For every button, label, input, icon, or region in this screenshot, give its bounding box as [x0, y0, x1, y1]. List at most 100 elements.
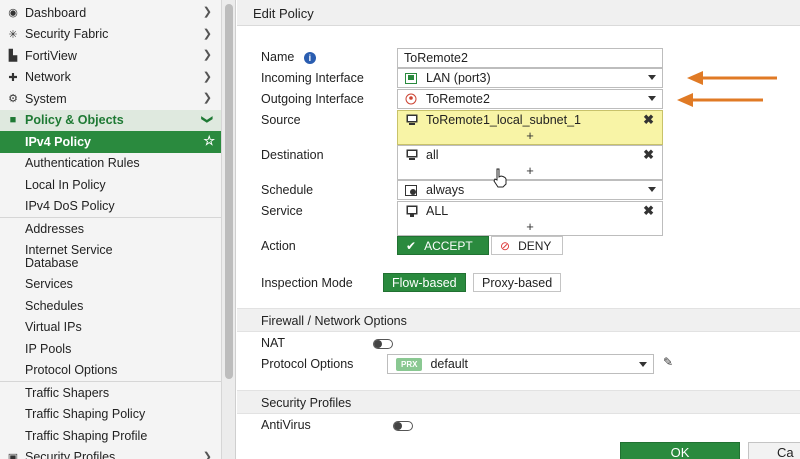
edit-pencil-icon[interactable]: ✎ [663, 355, 673, 369]
accept-button-label: ACCEPT [424, 238, 473, 253]
flow-based-option[interactable]: Flow-based [383, 273, 466, 292]
security-profiles-header: Security Profiles [237, 390, 800, 414]
toggle-knob [394, 422, 402, 430]
annotation-arrow [677, 93, 763, 107]
sidebar-item-label: IP Pools [25, 341, 72, 356]
source-field[interactable]: ToRemote1_local_subnet_1 ✖ + [397, 110, 663, 145]
sidebar-section-label: Policy & Objects [25, 113, 124, 128]
sidebar-item-label: Authentication Rules [25, 156, 140, 171]
outgoing-interface-label: Outgoing Interface [261, 92, 364, 106]
proxy-based-label: Proxy-based [482, 275, 553, 290]
nat-label: NAT [261, 336, 286, 350]
outgoing-interface-select[interactable]: ToRemote2 [397, 89, 663, 109]
sidebar: ◉ Dashboard ❯ ✳ Security Fabric ❯ ▙ Fort… [0, 0, 222, 459]
info-icon[interactable]: i [303, 52, 316, 64]
sidebar-item-label: Protocol Options [25, 363, 118, 378]
sidebar-item-traffic-shaping-profile[interactable]: Traffic Shaping Profile [0, 425, 221, 447]
sidebar-item-label: FortiView [25, 48, 77, 63]
sidebar-item-system[interactable]: ⚙ System ❯ [0, 88, 221, 110]
main-panel: Edit Policy Name i ToRemote2 Incoming In… [237, 0, 800, 459]
protocol-options-select[interactable]: PRX default [387, 354, 654, 374]
sidebar-item-label: Traffic Shaping Profile [25, 428, 148, 443]
antivirus-label: AntiVirus [261, 418, 311, 432]
security-fabric-icon: ✳ [8, 28, 18, 41]
antivirus-toggle[interactable] [393, 421, 413, 431]
remove-icon[interactable]: ✖ [643, 203, 654, 219]
inspection-mode-label: Inspection Mode [261, 276, 353, 290]
sidebar-item-dashboard[interactable]: ◉ Dashboard ❯ [0, 2, 221, 24]
sidebar-item-label: Dashboard [25, 5, 87, 20]
hand-cursor-icon [493, 168, 507, 188]
sidebar-scrollbar[interactable] [222, 0, 236, 459]
dropdown-caret-icon [648, 187, 656, 192]
dashboard-icon: ◉ [8, 7, 18, 20]
sidebar-item-internet-service-database[interactable]: Internet Service Database [0, 240, 221, 274]
nat-toggle[interactable] [373, 339, 393, 349]
sidebar-item-fortiview[interactable]: ▙ FortiView ❯ [0, 45, 221, 67]
sidebar-item-ipv4-dos-policy[interactable]: IPv4 DoS Policy [0, 196, 221, 218]
annotation-arrow [687, 71, 777, 85]
sidebar-item-network[interactable]: ✚ Network ❯ [0, 67, 221, 89]
service-field[interactable]: ALL ✖ + [397, 201, 663, 236]
add-service-icon[interactable]: + [398, 219, 662, 235]
sidebar-item-traffic-shaping-policy[interactable]: Traffic Shaping Policy [0, 404, 221, 426]
cancel-button[interactable]: Ca [748, 442, 800, 459]
remove-icon[interactable]: ✖ [643, 147, 654, 163]
deny-icon: ⊘ [500, 238, 511, 253]
incoming-interface-value: LAN (port3) [426, 71, 491, 85]
vpn-tunnel-icon [404, 93, 418, 105]
incoming-interface-select[interactable]: LAN (port3) [397, 68, 663, 88]
chevron-right-icon: ❯ [202, 92, 212, 104]
sidebar-item-addresses[interactable]: Addresses [0, 218, 221, 240]
policy-icon: ■ [9, 114, 17, 127]
destination-field[interactable]: all ✖ + [397, 145, 663, 180]
sidebar-item-security-profiles[interactable]: ▣ Security Profiles ❯ [0, 447, 221, 459]
firewall-network-options-header: Firewall / Network Options [237, 308, 800, 332]
action-label: Action [261, 239, 296, 253]
deny-button-label: DENY [518, 238, 552, 253]
schedule-label: Schedule [261, 183, 314, 197]
name-input[interactable]: ToRemote2 [397, 48, 663, 68]
add-source-icon[interactable]: + [398, 128, 662, 144]
add-destination-icon[interactable]: + [398, 163, 662, 179]
incoming-interface-label: Incoming Interface [261, 71, 364, 85]
dropdown-caret-icon [639, 362, 647, 367]
proxy-based-option[interactable]: Proxy-based [473, 273, 562, 292]
panel-header: Edit Policy [237, 0, 800, 26]
sidebar-item-ip-pools[interactable]: IP Pools [0, 338, 221, 360]
scrollbar-thumb[interactable] [225, 4, 233, 379]
accept-button[interactable]: ✔ ACCEPT [397, 236, 489, 255]
chevron-down-icon: ❯ [200, 114, 213, 124]
gear-icon: ⚙ [8, 93, 18, 106]
sidebar-item-local-in-policy[interactable]: Local In Policy [0, 174, 221, 196]
section-title: Firewall / Network Options [261, 314, 407, 328]
sidebar-item-traffic-shapers[interactable]: Traffic Shapers [0, 382, 221, 404]
address-object-icon [406, 114, 418, 125]
destination-entry: all ✖ [398, 146, 662, 163]
chevron-right-icon: ❯ [202, 49, 212, 61]
ok-button[interactable]: OK [620, 442, 740, 459]
chevron-right-icon: ❯ [202, 450, 212, 459]
destination-value: all [426, 147, 439, 162]
checkmark-icon: ✔ [406, 238, 417, 253]
page-title: Edit Policy [253, 6, 314, 21]
schedule-select[interactable]: always [397, 180, 663, 200]
sidebar-section-policy-objects[interactable]: ■ Policy & Objects ❯ [0, 109, 221, 131]
network-icon: ✚ [8, 71, 18, 84]
sidebar-item-schedules[interactable]: Schedules [0, 295, 221, 317]
star-icon[interactable]: ☆ [203, 133, 215, 149]
flow-based-label: Flow-based [392, 275, 457, 290]
sidebar-item-security-fabric[interactable]: ✳ Security Fabric ❯ [0, 24, 221, 46]
sidebar-item-authentication-rules[interactable]: Authentication Rules [0, 153, 221, 175]
sidebar-item-protocol-options[interactable]: Protocol Options [0, 360, 221, 382]
sidebar-item-label: Security Fabric [25, 27, 109, 42]
sidebar-item-ipv4-policy[interactable]: IPv4 Policy ☆ [0, 131, 221, 153]
remove-icon[interactable]: ✖ [643, 112, 654, 128]
source-value: ToRemote1_local_subnet_1 [426, 112, 581, 127]
sidebar-item-services[interactable]: Services [0, 274, 221, 296]
sidebar-item-label: Traffic Shaping Policy [25, 407, 146, 422]
deny-button[interactable]: ⊘ DENY [491, 236, 563, 255]
sidebar-item-virtual-ips[interactable]: Virtual IPs [0, 317, 221, 339]
service-object-icon [406, 205, 418, 217]
sidebar-item-label: Internet Service Database [25, 242, 113, 270]
